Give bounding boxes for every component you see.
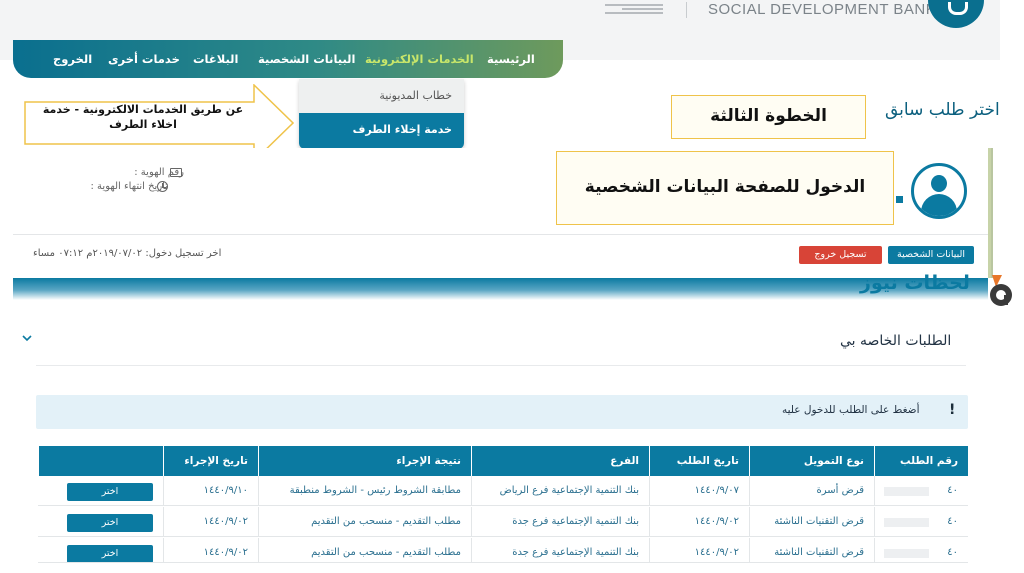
exclamation-icon: ! bbox=[949, 402, 956, 418]
table-row[interactable]: ٤٠ قرض أسرة ١٤٤٠/٩/٠٧ بنك التنمية الإجتم… bbox=[38, 476, 968, 506]
main-nav: الرئيسية الخدمات الإلكترونية البيانات ال… bbox=[13, 40, 563, 78]
step-personal-data-label: الدخول للصفحة البيانات الشخصية bbox=[556, 151, 894, 225]
cell-branch: بنك التنمية الإجتماعية فرع جدة bbox=[471, 507, 649, 537]
info-alert-text: أضغط على الطلب للدخول عليه bbox=[782, 404, 920, 416]
cell-request-date: ١٤٤٠/٩/٠٢ bbox=[649, 538, 749, 562]
profile-marker-icon bbox=[896, 196, 903, 203]
choose-button[interactable]: اختر bbox=[67, 545, 153, 562]
avatar-body-icon bbox=[921, 194, 957, 216]
card-divider bbox=[13, 234, 988, 235]
cell-finance-type: قرض التقنيات الناشئة bbox=[749, 507, 874, 537]
column-header-action-result: نتيجة الإجراء bbox=[258, 446, 471, 476]
avatar-head-icon bbox=[931, 175, 947, 192]
cell-action-result: مطابقة الشروط رئيس - الشروط منطبقة bbox=[258, 476, 471, 506]
redacted-mask bbox=[884, 487, 929, 496]
column-header-action-date: تاريخ الإجراء bbox=[163, 446, 258, 476]
id-expiry-label: تاريخ انتهاء الهوية : bbox=[90, 181, 169, 192]
cell-finance-type: قرض أسرة bbox=[749, 476, 874, 506]
column-header-finance-type: نوع التمويل bbox=[749, 446, 874, 476]
cell-action-date: ١٤٤٠/٩/١٠ bbox=[163, 476, 258, 506]
cell-action-date: ١٤٤٠/٩/٠٢ bbox=[163, 538, 258, 562]
redacted-mask bbox=[884, 518, 929, 527]
requests-divider bbox=[36, 365, 966, 366]
column-header-request-number: رقم الطلب bbox=[874, 446, 968, 476]
id-number-label: رقم الهوية : bbox=[134, 167, 184, 178]
section-banner bbox=[13, 278, 988, 300]
dropdown-item-debt-letter[interactable]: خطاب المديونية bbox=[299, 79, 464, 113]
column-header-branch: الفرع bbox=[471, 446, 649, 476]
e-services-dropdown: خطاب المديونية خدمة إخلاء الطرف bbox=[299, 79, 464, 149]
requests-title: الطلبات الخاصه بي bbox=[840, 333, 952, 349]
table-row[interactable]: ٤٠ قرض التقنيات الناشئة ١٤٤٠/٩/٠٢ بنك ال… bbox=[38, 538, 968, 563]
table-header: رقم الطلب نوع التمويل تاريخ الطلب الفرع … bbox=[38, 446, 968, 476]
dropdown-item-clearance-service[interactable]: خدمة إخلاء الطرف bbox=[299, 113, 464, 149]
nav-item-home[interactable]: الرئيسية bbox=[487, 40, 535, 78]
cell-action-date: ١٤٤٠/٩/٠٢ bbox=[163, 507, 258, 537]
redacted-mask bbox=[884, 549, 929, 558]
cell-branch: بنك التنمية الإجتماعية فرع الرياض bbox=[471, 476, 649, 506]
cell-request-date: ١٤٤٠/٩/٠٢ bbox=[649, 507, 749, 537]
nav-item-logout[interactable]: الخروج bbox=[53, 40, 92, 78]
cell-action-result: مطلب التقديم - منسحب من التقديم bbox=[258, 538, 471, 562]
table-row[interactable]: ٤٠ قرض التقنيات الناشئة ١٤٤٠/٩/٠٢ بنك ال… bbox=[38, 507, 968, 537]
cell-action-result: مطلب التقديم - منسحب من التقديم bbox=[258, 507, 471, 537]
brand-divider bbox=[686, 2, 687, 18]
avatar bbox=[911, 163, 967, 219]
choose-button[interactable]: اختر bbox=[67, 514, 153, 532]
logout-button[interactable]: تسجيل خروج bbox=[799, 246, 882, 264]
step-three-label: الخطوة الثالثة bbox=[671, 95, 866, 139]
previous-request-link[interactable]: اختر طلب سابق bbox=[885, 100, 1000, 120]
chevron-down-icon[interactable] bbox=[22, 333, 32, 343]
cell-request-date: ١٤٤٠/٩/٠٧ bbox=[649, 476, 749, 506]
nav-item-personal-data[interactable]: البيانات الشخصية bbox=[258, 40, 355, 78]
nav-item-reports[interactable]: البلاغات bbox=[193, 40, 238, 78]
nav-item-e-services[interactable]: الخدمات الإلكترونية bbox=[365, 40, 474, 78]
watermark-logo-icon bbox=[990, 275, 1012, 306]
choose-button[interactable]: اختر bbox=[67, 483, 153, 501]
cell-branch: بنك التنمية الإجتماعية فرع جدة bbox=[471, 538, 649, 562]
brand-secondary-logo bbox=[605, 2, 663, 18]
personal-data-button[interactable]: البيانات الشخصية bbox=[888, 246, 974, 264]
previous-request-text: اختر طلب سابق bbox=[885, 100, 1000, 120]
callout-text: عن طريق الخدمات الالكترونية - خدمة اخلاء… bbox=[42, 103, 244, 131]
column-header-actions bbox=[38, 446, 163, 476]
watermark-text: لحظات نيوز bbox=[860, 272, 970, 294]
profile-card-accent bbox=[988, 148, 991, 278]
nav-item-other-services[interactable]: خدمات أخرى bbox=[108, 40, 180, 78]
last-login-text: اخر تسجيل دخول: ٢٠١٩/٠٧/٠٢م ٠٧:١٢ مساء bbox=[33, 248, 222, 259]
cell-finance-type: قرض التقنيات الناشئة bbox=[749, 538, 874, 562]
brand-name: SOCIAL DEVELOPMENT BANK bbox=[708, 1, 937, 18]
column-header-request-date: تاريخ الطلب bbox=[649, 446, 749, 476]
